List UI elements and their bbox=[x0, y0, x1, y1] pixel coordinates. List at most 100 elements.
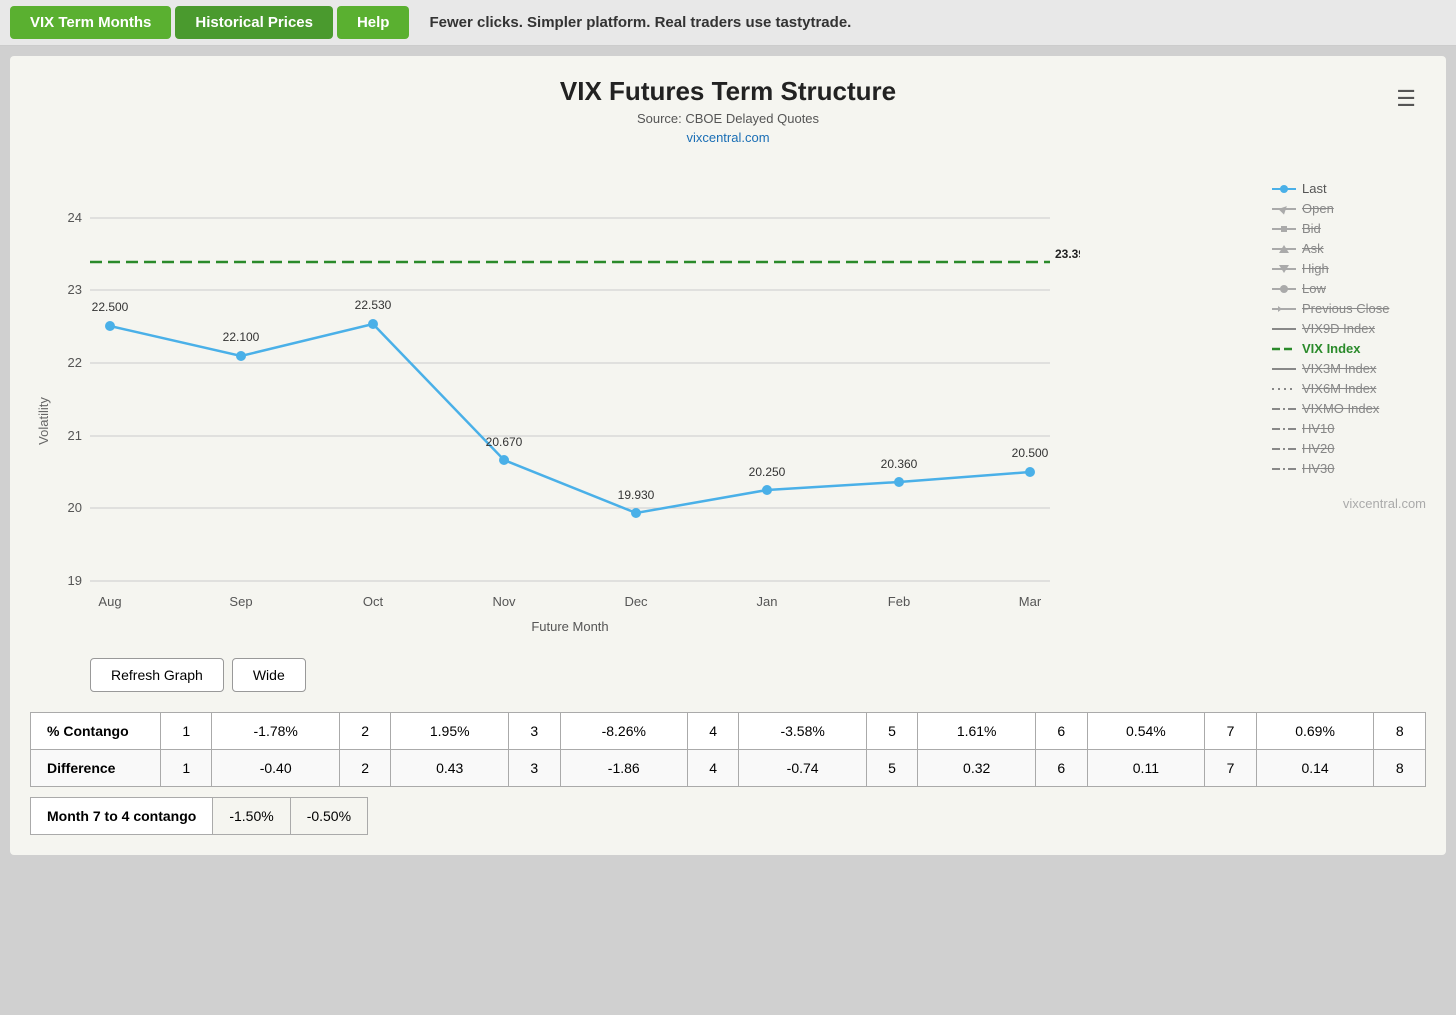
contango-idx-7: 7 bbox=[1205, 713, 1256, 750]
x-label-oct: Oct bbox=[363, 594, 384, 609]
summary-row: Month 7 to 4 contango -1.50% -0.50% bbox=[31, 798, 368, 835]
legend-label-hv20: HV20 bbox=[1302, 441, 1335, 456]
chart-svg: Volatility bbox=[30, 161, 1080, 641]
x-label-sep: Sep bbox=[229, 594, 252, 609]
data-point-mar bbox=[1025, 467, 1035, 477]
legend-vix6m: VIX6M Index bbox=[1272, 381, 1426, 396]
diff-idx-7: 7 bbox=[1205, 750, 1256, 787]
legend-low: Low bbox=[1272, 281, 1426, 296]
contango-label: % Contango bbox=[31, 713, 161, 750]
legend-label-vix9d: VIX9D Index bbox=[1302, 321, 1375, 336]
legend-label-bid: Bid bbox=[1302, 221, 1321, 236]
legend-label-hv30: HV30 bbox=[1302, 461, 1335, 476]
diff-val-4: -0.74 bbox=[739, 750, 866, 787]
contango-val-6: 0.54% bbox=[1087, 713, 1205, 750]
chart-link[interactable]: vixcentral.com bbox=[30, 130, 1426, 145]
data-point-nov bbox=[499, 455, 509, 465]
legend-bid: Bid bbox=[1272, 221, 1426, 236]
chart-area: Volatility bbox=[30, 161, 1426, 646]
contango-val-2: 1.95% bbox=[391, 713, 509, 750]
legend-label-vix3m: VIX3M Index bbox=[1302, 361, 1376, 376]
diff-val-1: -0.40 bbox=[212, 750, 339, 787]
nav-bar: VIX Term Months Historical Prices Help F… bbox=[0, 0, 1456, 46]
data-point-oct bbox=[368, 319, 378, 329]
legend-hv20: HV20 bbox=[1272, 441, 1426, 456]
legend-label-last: Last bbox=[1302, 181, 1327, 196]
summary-val2: -0.50% bbox=[290, 798, 367, 835]
nav-tagline: Fewer clicks. Simpler platform. Real tra… bbox=[429, 14, 851, 31]
contango-idx-1: 1 bbox=[161, 713, 212, 750]
wide-button[interactable]: Wide bbox=[232, 658, 306, 692]
legend-hv10: HV10 bbox=[1272, 421, 1426, 436]
x-label-dec: Dec bbox=[624, 594, 648, 609]
legend-open: Open bbox=[1272, 201, 1426, 216]
y-label-22: 22 bbox=[68, 355, 82, 370]
label-jan: 20.250 bbox=[749, 465, 786, 479]
vix-value-label: 23.39 bbox=[1055, 247, 1080, 261]
data-point-feb bbox=[894, 477, 904, 487]
tab-help[interactable]: Help bbox=[337, 6, 410, 39]
y-label-23: 23 bbox=[68, 282, 82, 297]
contango-idx-8: 8 bbox=[1374, 713, 1426, 750]
refresh-graph-button[interactable]: Refresh Graph bbox=[90, 658, 224, 692]
contango-table: % Contango 1 -1.78% 2 1.95% 3 -8.26% 4 -… bbox=[30, 712, 1426, 787]
legend-label-hv10: HV10 bbox=[1302, 421, 1335, 436]
data-point-aug bbox=[105, 321, 115, 331]
contango-val-4: -3.58% bbox=[739, 713, 866, 750]
contango-idx-6: 6 bbox=[1036, 713, 1087, 750]
y-axis-label: Volatility bbox=[36, 397, 51, 445]
label-sep: 22.100 bbox=[223, 330, 260, 344]
contango-idx-3: 3 bbox=[509, 713, 560, 750]
y-label-24: 24 bbox=[68, 210, 82, 225]
diff-val-7: 0.14 bbox=[1256, 750, 1374, 787]
contango-idx-4: 4 bbox=[687, 713, 738, 750]
legend-label-open: Open bbox=[1302, 201, 1334, 216]
diff-val-3: -1.86 bbox=[560, 750, 687, 787]
summary-label: Month 7 to 4 contango bbox=[31, 798, 213, 835]
x-label-aug: Aug bbox=[98, 594, 121, 609]
difference-row: Difference 1 -0.40 2 0.43 3 -1.86 4 -0.7… bbox=[31, 750, 1426, 787]
diff-val-6: 0.11 bbox=[1087, 750, 1205, 787]
diff-val-2: 0.43 bbox=[391, 750, 509, 787]
legend-high: High bbox=[1272, 261, 1426, 276]
chart-wrapper: ☰ VIX Futures Term Structure Source: CBO… bbox=[30, 76, 1426, 692]
diff-idx-5: 5 bbox=[866, 750, 917, 787]
label-nov: 20.670 bbox=[486, 435, 523, 449]
futures-line bbox=[110, 324, 1030, 513]
difference-label: Difference bbox=[31, 750, 161, 787]
hamburger-menu[interactable]: ☰ bbox=[1396, 86, 1416, 112]
label-aug: 22.500 bbox=[92, 300, 129, 314]
legend-last: Last bbox=[1272, 181, 1426, 196]
data-point-sep bbox=[236, 351, 246, 361]
diff-idx-4: 4 bbox=[687, 750, 738, 787]
contango-val-3: -8.26% bbox=[560, 713, 687, 750]
tab-historical-prices[interactable]: Historical Prices bbox=[175, 6, 333, 39]
diff-idx-2: 2 bbox=[339, 750, 390, 787]
x-label-jan: Jan bbox=[757, 594, 778, 609]
diff-idx-1: 1 bbox=[161, 750, 212, 787]
tab-vix-term-months[interactable]: VIX Term Months bbox=[10, 6, 171, 39]
legend-hv30: HV30 bbox=[1272, 461, 1426, 476]
legend-label-vixmo: VIXMO Index bbox=[1302, 401, 1379, 416]
legend-vix3m: VIX3M Index bbox=[1272, 361, 1426, 376]
diff-idx-8: 8 bbox=[1374, 750, 1426, 787]
summary-table: Month 7 to 4 contango -1.50% -0.50% bbox=[30, 797, 368, 835]
label-feb: 20.360 bbox=[881, 457, 918, 471]
contango-val-7: 0.69% bbox=[1256, 713, 1374, 750]
label-dec: 19.930 bbox=[618, 488, 655, 502]
contango-idx-2: 2 bbox=[339, 713, 390, 750]
contango-idx-5: 5 bbox=[866, 713, 917, 750]
chart-buttons: Refresh Graph Wide bbox=[90, 658, 1426, 692]
x-label-mar: Mar bbox=[1019, 594, 1042, 609]
legend-label-vix-index: VIX Index bbox=[1302, 341, 1361, 356]
x-label-nov: Nov bbox=[492, 594, 516, 609]
legend-label-low: Low bbox=[1302, 281, 1326, 296]
contango-row: % Contango 1 -1.78% 2 1.95% 3 -8.26% 4 -… bbox=[31, 713, 1426, 750]
contango-val-5: 1.61% bbox=[918, 713, 1036, 750]
legend-label-ask: Ask bbox=[1302, 241, 1324, 256]
legend-vix-index: VIX Index bbox=[1272, 341, 1426, 356]
legend-prev-close: Previous Close bbox=[1272, 301, 1426, 316]
diff-idx-3: 3 bbox=[509, 750, 560, 787]
diff-idx-6: 6 bbox=[1036, 750, 1087, 787]
summary-val1: -1.50% bbox=[213, 798, 290, 835]
